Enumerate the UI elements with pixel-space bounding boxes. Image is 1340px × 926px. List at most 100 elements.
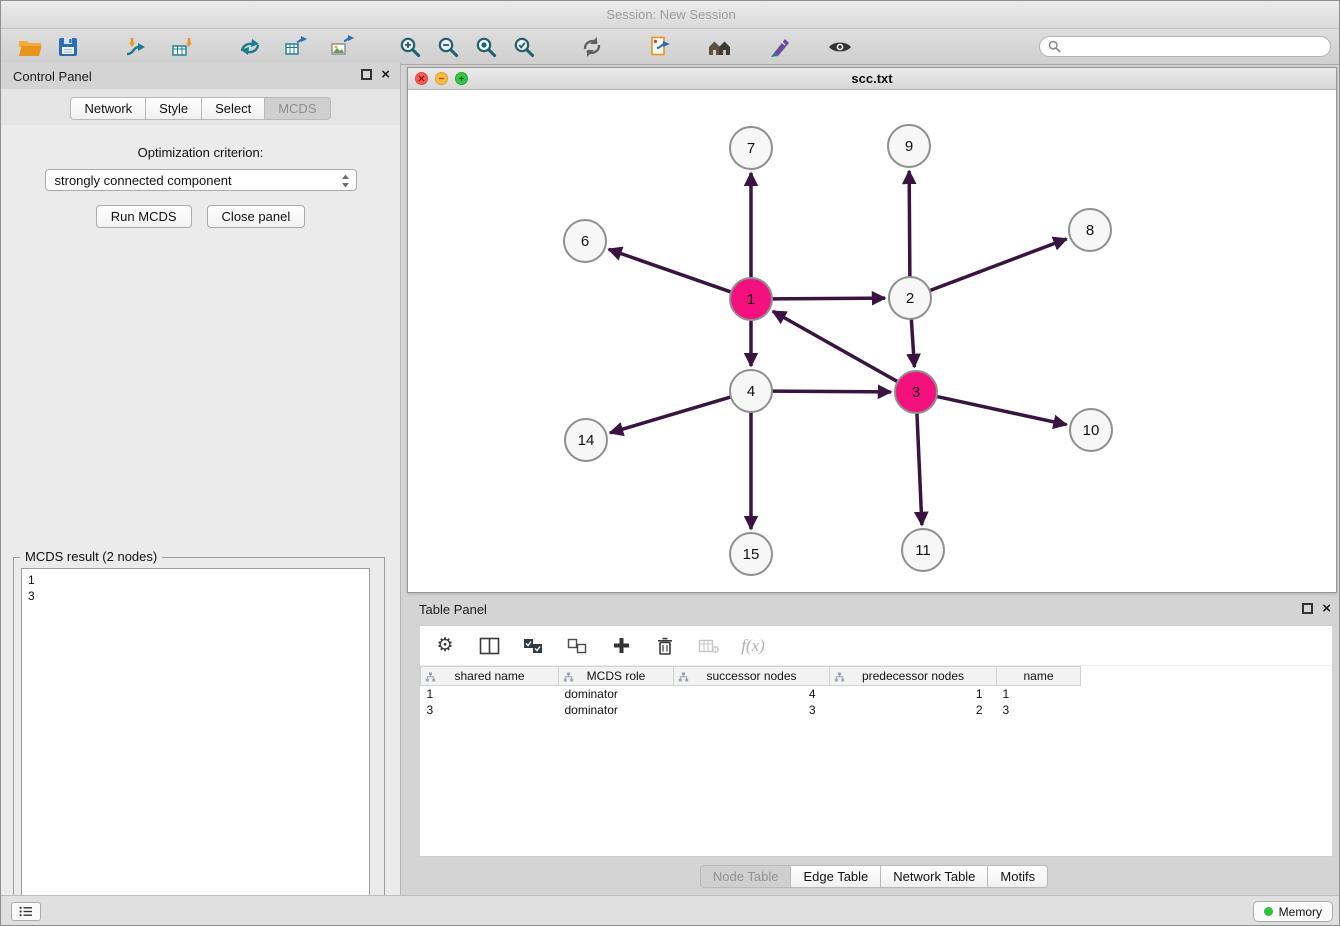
table-row[interactable]: 1 dominator 4 1 1 [421,686,1333,702]
memory-button[interactable]: Memory [1253,901,1333,922]
edge-4-14[interactable] [610,397,731,433]
select-all-rows-button[interactable] [518,631,548,661]
control-panel-float-button[interactable] [361,69,372,80]
delete-column-button[interactable] [650,631,680,661]
search-input[interactable] [1066,40,1322,54]
optimization-criterion-select[interactable]: strongly connected component [45,169,357,191]
control-panel-title: Control Panel [13,69,92,84]
export-table-button[interactable] [277,31,315,63]
tab-mcds[interactable]: MCDS [265,97,330,120]
cell-shared-name[interactable]: 3 [421,702,559,718]
window-title: Session: New Session [606,7,735,22]
edge-2-9[interactable] [909,171,910,277]
network-window-titlebar[interactable]: scc.txt [408,68,1336,90]
fx-icon: f(x) [741,636,765,656]
deselect-all-rows-button[interactable] [562,631,592,661]
window-zoom-button[interactable] [455,72,468,85]
zoom-in-button[interactable] [391,31,429,63]
node-label-14: 14 [578,432,595,449]
table-panel-float-button[interactable] [1302,603,1313,614]
node-label-6: 6 [581,233,589,250]
tab-network[interactable]: Network [70,97,146,120]
task-history-button[interactable] [11,902,41,921]
select-arrows-icon [341,174,350,188]
column-header-name[interactable]: name [997,667,1081,686]
cell-mcds-role[interactable]: dominator [559,686,674,702]
column-header-mcds-role[interactable]: MCDS role [559,667,674,686]
table-panel-close-button[interactable]: × [1322,603,1331,614]
window-minimize-button[interactable] [435,72,448,85]
cell-predecessor-nodes[interactable]: 1 [830,686,997,702]
mcds-result-item[interactable]: 3 [28,588,363,604]
first-neighbors-button[interactable] [701,31,739,63]
tab-network-table[interactable]: Network Table [881,865,988,888]
mcds-result-item[interactable]: 1 [28,572,363,588]
mcds-result-list[interactable]: 1 3 [21,568,370,926]
delete-table-button[interactable] [694,631,724,661]
column-header-shared-name[interactable]: shared name [421,667,559,686]
close-panel-button[interactable]: Close panel [207,205,306,228]
add-column-button[interactable] [606,631,636,661]
edge-4-3[interactable] [772,391,891,392]
zoom-fit-button[interactable] [467,31,505,63]
edge-2-3[interactable] [911,319,914,367]
node-label-15: 15 [743,546,760,563]
open-session-button[interactable] [11,31,49,63]
table-settings-button[interactable]: ⚙ [430,631,460,661]
cell-successor-nodes[interactable]: 4 [674,686,830,702]
zoom-out-button[interactable] [429,31,467,63]
export-to-web-button[interactable] [641,31,679,63]
tab-edge-table[interactable]: Edge Table [791,865,881,888]
cell-mcds-role[interactable]: dominator [559,702,674,718]
tab-style[interactable]: Style [146,97,202,120]
plus-icon [612,636,631,655]
run-mcds-button[interactable]: Run MCDS [96,205,192,228]
cell-name[interactable]: 3 [997,702,1081,718]
mcds-buttons-row: Run MCDS Close panel [1,205,400,228]
apply-style-button[interactable] [761,31,799,63]
edge-1-6[interactable] [609,249,732,292]
edge-3-10[interactable] [937,396,1067,424]
tab-node-table[interactable]: Node Table [700,865,792,888]
show-graphics-details-button[interactable] [821,31,859,63]
folder-open-icon [17,36,43,58]
network-window-title: scc.txt [851,71,892,86]
status-bar: Memory [1,895,1340,926]
tab-select[interactable]: Select [202,97,265,120]
table-toolbar: ⚙ f(x) [420,626,1332,666]
column-header-successor-nodes[interactable]: successor nodes [674,667,830,686]
edge-3-1[interactable] [773,311,898,381]
control-panel-close-button[interactable]: × [381,69,390,80]
export-image-button[interactable] [323,31,361,63]
window-close-button[interactable] [415,72,428,85]
function-builder-button[interactable]: f(x) [738,631,768,661]
tab-motifs[interactable]: Motifs [988,865,1048,888]
column-header-predecessor-nodes[interactable]: predecessor nodes [830,667,997,686]
search-field[interactable] [1039,36,1331,57]
window-titlebar[interactable]: Session: New Session [1,1,1340,29]
table-panel-header: Table Panel × [407,597,1340,621]
cell-predecessor-nodes[interactable]: 2 [830,702,997,718]
import-network-button[interactable] [117,31,155,63]
houses-icon [707,35,733,59]
zoom-out-icon [436,35,460,59]
export-network-button[interactable] [231,31,269,63]
table-row[interactable]: 3 dominator 3 2 3 [421,702,1333,718]
edge-1-2[interactable] [772,298,885,299]
mcds-panel-body: Optimization criterion: strongly connect… [1,125,400,895]
export-table-icon [284,35,308,59]
column-tree-icon [425,672,436,682]
paint-style-icon [768,35,792,59]
network-canvas[interactable]: 7968124310141511 [408,90,1336,592]
cell-shared-name[interactable]: 1 [421,686,559,702]
zoom-selected-button[interactable] [505,31,543,63]
edge-3-11[interactable] [917,413,922,525]
cell-successor-nodes[interactable]: 3 [674,702,830,718]
edge-2-8[interactable] [930,239,1067,291]
node-label-7: 7 [747,140,755,157]
save-session-button[interactable] [49,31,87,63]
import-table-button[interactable] [163,31,201,63]
show-column-button[interactable] [474,631,504,661]
refresh-network-button[interactable] [573,31,611,63]
cell-name[interactable]: 1 [997,686,1081,702]
